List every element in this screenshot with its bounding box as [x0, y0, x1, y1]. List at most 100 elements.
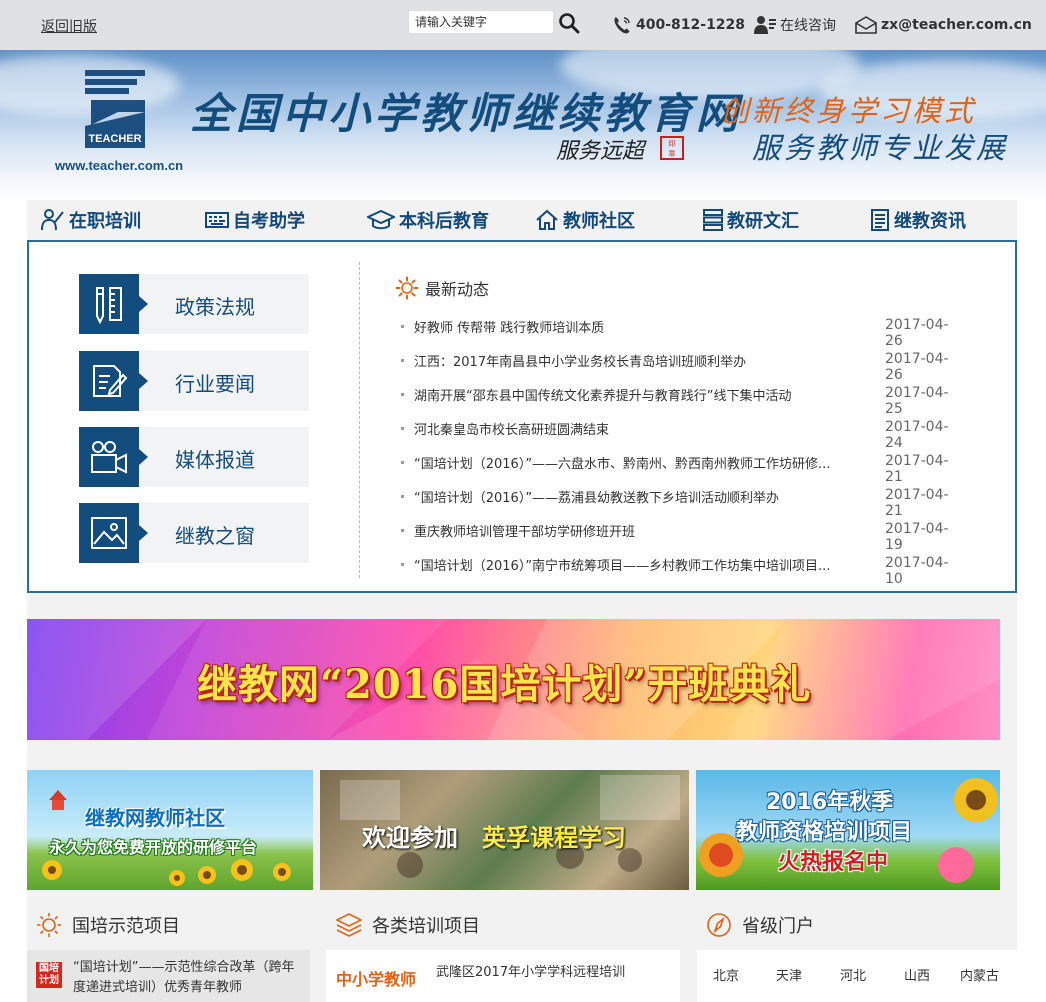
- ruler-pencil-icon: [96, 287, 122, 324]
- graduation-cap-icon: [367, 209, 395, 230]
- nav-label: 自考助学: [233, 211, 305, 232]
- slogan-line1: 创新终身学习模式: [720, 94, 977, 128]
- phone-icon: [614, 17, 630, 34]
- news-title: 好教师 传帮带 践行教师培训本质: [414, 321, 605, 336]
- nav-label: 教研文汇: [727, 211, 799, 232]
- news-title: 河北秦皇岛市校长高研班圆满结束: [414, 423, 610, 438]
- news-date: 2017-04-25: [885, 385, 949, 417]
- nav-item-education-news[interactable]: 继教资讯: [870, 200, 966, 240]
- news-date: 2017-04-10: [885, 555, 949, 587]
- news-item[interactable]: 江西：2017年南昌县中小学业务校长青岛培训班顺利举办 2017-04-26: [401, 351, 991, 383]
- news-item[interactable]: “国培计划（2016）”——荔浦县幼教送教下乡培训活动顺利举办 2017-04-2…: [401, 487, 991, 519]
- news-item[interactable]: 河北秦皇岛市校长高研班圆满结束 2017-04-24: [401, 419, 991, 451]
- opening-ceremony-banner[interactable]: 继教网“2016国培计划”开班典礼: [27, 619, 1000, 740]
- province-link[interactable]: 北京: [713, 965, 739, 984]
- document-icon: [871, 209, 889, 231]
- phone-number: 400-812-1228: [636, 17, 746, 33]
- nav-item-postgraduate[interactable]: 本科后教育: [367, 200, 489, 240]
- gear-icon: [395, 276, 419, 300]
- site-title: 全国中小学教师继续教育网: [190, 89, 743, 138]
- news-date: 2017-04-21: [885, 487, 949, 519]
- main-nav: 在职培训 自考助学 本科后教育 教师社区 教研文汇 继教资讯: [27, 200, 1017, 240]
- category-media-reports[interactable]: 媒体报道: [79, 427, 309, 487]
- promo-teacher-community[interactable]: 继教网教师社区 永久为您免费开放的研修平台: [27, 770, 313, 890]
- news-date: 2017-04-19: [885, 521, 949, 553]
- server-icon: [703, 209, 723, 231]
- nav-item-research-collection[interactable]: 教研文汇: [703, 200, 799, 240]
- promo-teacher-qualification[interactable]: 2016年秋季 教师资格培训项目 火热报名中: [696, 770, 1000, 890]
- nav-label: 本科后教育: [399, 211, 489, 232]
- nav-label: 在职培训: [69, 211, 141, 232]
- news-date: 2017-04-26: [885, 317, 949, 349]
- project-text: “国培计划”——示范性综合改革（跨年度递进式培训）优秀青年教师: [73, 960, 295, 995]
- search-icon[interactable]: [558, 12, 580, 34]
- header-banner: TEACHER www.teacher.com.cn 全国中小学教师继续教育网 …: [0, 50, 1046, 200]
- video-camera-icon: [91, 441, 127, 474]
- news-date: 2017-04-24: [885, 419, 949, 451]
- vertical-divider: [359, 262, 360, 578]
- promo-subtitle: 永久为您免费开放的研修平台: [49, 838, 258, 857]
- teacher-logo-icon[interactable]: TEACHER: [85, 70, 151, 156]
- email-contact[interactable]: zx@teacher.com.cn: [855, 15, 1032, 35]
- category-industry-news[interactable]: 行业要闻: [79, 351, 309, 411]
- news-item[interactable]: 湖南开展“邵东县中国传统文化素养提升与教育践行”线下集中活动 2017-04-25: [401, 385, 991, 417]
- training-project-list: 中小学教师 武隆区2017年小学学科远程培训: [326, 950, 680, 1002]
- phone-contact[interactable]: 400-812-1228: [612, 15, 745, 35]
- sun-icon: [37, 913, 61, 937]
- mail-icon: [855, 16, 877, 34]
- online-consult-link[interactable]: 在线咨询: [754, 15, 836, 35]
- teacher-icon: [41, 209, 64, 231]
- slogan-line2: 服务教师专业发展: [752, 131, 1009, 165]
- layers-icon: [336, 913, 362, 937]
- banner-text: 继教网“2016国培计划”开班典礼: [197, 661, 812, 708]
- province-link[interactable]: 内蒙古: [960, 965, 999, 984]
- promo-subtitle: 英孚课程学习: [482, 824, 626, 852]
- logo-url: www.teacher.com.cn: [55, 158, 184, 173]
- section-title-label: 各类培训项目: [372, 916, 480, 937]
- promo-callout: 火热报名中: [778, 850, 889, 875]
- guopei-project-item[interactable]: 国培计划 “国培计划”——示范性综合改革（跨年度递进式培训）优秀青年教师: [27, 950, 310, 1002]
- picture-icon: [91, 517, 127, 549]
- nav-item-in-service-training[interactable]: 在职培训: [41, 200, 141, 240]
- section-training-title: 各类培训项目: [336, 912, 480, 938]
- section-provinces-title: 省级门户: [706, 912, 814, 938]
- province-link[interactable]: 河北: [840, 965, 866, 984]
- home-icon: [536, 209, 558, 230]
- consultant-icon: [754, 16, 776, 34]
- top-bar: 返回旧版 400-812-1228 在线咨询 zx@teacher.com.cn: [0, 0, 1046, 50]
- promo-ef-course[interactable]: 欢迎参加 英孚课程学习: [320, 770, 689, 890]
- latest-news-heading: 最新动态: [395, 276, 489, 300]
- province-list: 北京 天津 河北 山西 内蒙古: [697, 950, 1017, 1002]
- back-to-old-version-link[interactable]: 返回旧版: [41, 16, 97, 36]
- province-link[interactable]: 山西: [904, 965, 930, 984]
- seal-stamp: 印章: [660, 136, 684, 160]
- promo-title: 2016年秋季: [766, 790, 894, 815]
- news-date: 2017-04-21: [885, 453, 949, 485]
- nav-item-self-study[interactable]: 自考助学: [205, 200, 305, 240]
- nav-label: 继教资讯: [894, 211, 966, 232]
- section-guopei-title: 国培示范项目: [36, 912, 180, 938]
- news-date: 2017-04-26: [885, 351, 949, 383]
- province-link[interactable]: 天津: [776, 965, 802, 984]
- news-title: “国培计划（2016）”——六盘水市、黔南州、黔西南州教师工作坊研修...: [414, 457, 831, 472]
- training-item[interactable]: 武隆区2017年小学学科远程培训: [436, 961, 625, 980]
- news-item[interactable]: 重庆教师培训管理干部坊学研修班开班 2017-04-19: [401, 521, 991, 553]
- edit-document-icon: [93, 365, 128, 397]
- guopei-badge: 国培计划: [36, 962, 62, 988]
- news-item[interactable]: “国培计划（2016）”南宁市统筹项目——乡村教师工作坊集中培训项目... 201…: [401, 555, 991, 587]
- news-item[interactable]: 好教师 传帮带 践行教师培训本质 2017-04-26: [401, 317, 991, 349]
- category-label: 政策法规: [175, 295, 255, 319]
- nav-label: 教师社区: [563, 211, 635, 232]
- news-title: “国培计划（2016）”南宁市统筹项目——乡村教师工作坊集中培训项目...: [414, 559, 831, 574]
- keyboard-icon: [205, 212, 229, 228]
- news-item[interactable]: “国培计划（2016）”——六盘水市、黔南州、黔西南州教师工作坊研修... 201…: [401, 453, 991, 485]
- training-category[interactable]: 中小学教师: [336, 966, 416, 990]
- search-input[interactable]: [408, 10, 554, 34]
- category-education-window[interactable]: 继教之窗: [79, 503, 309, 563]
- category-policy[interactable]: 政策法规: [79, 274, 309, 334]
- news-title: 江西：2017年南昌县中小学业务校长青岛培训班顺利举办: [414, 355, 747, 370]
- promo-title: 继教网教师社区: [85, 806, 225, 830]
- nav-item-teacher-community[interactable]: 教师社区: [535, 200, 635, 240]
- category-label: 继教之窗: [175, 524, 255, 548]
- signature: 服务远超: [556, 139, 645, 164]
